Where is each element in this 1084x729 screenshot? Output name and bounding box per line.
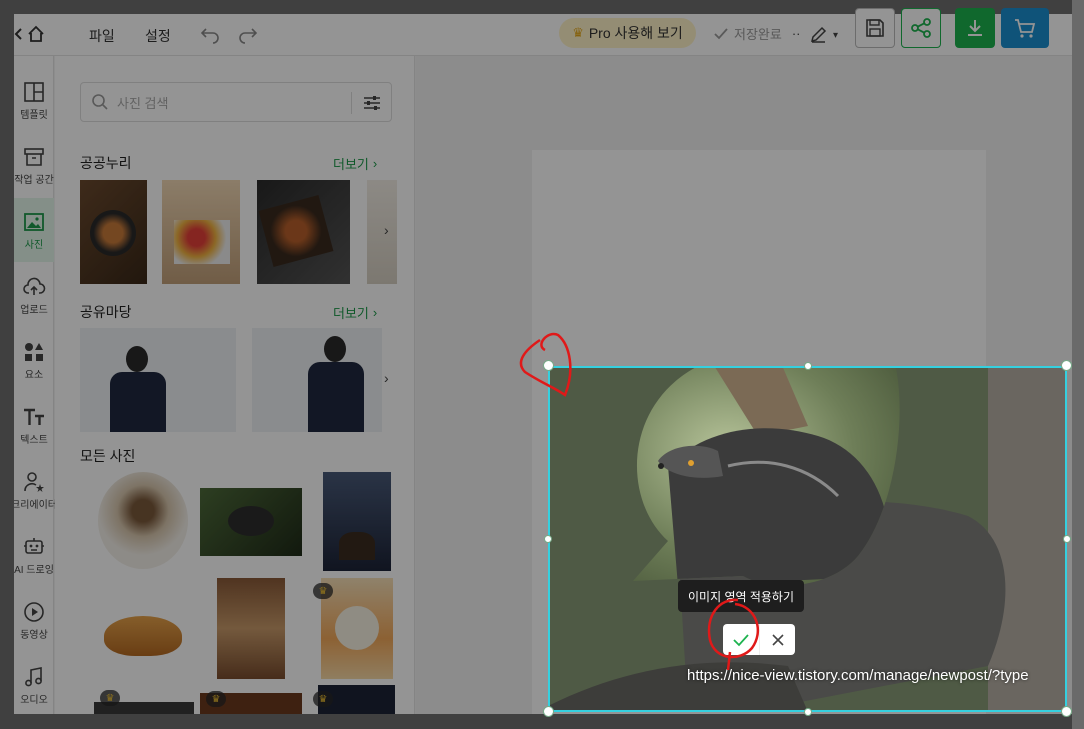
resize-handle-top-right[interactable] (1061, 360, 1072, 371)
resize-handle-bottom-right[interactable] (1061, 706, 1072, 717)
resize-handle-top[interactable] (804, 362, 812, 370)
crop-frame[interactable] (548, 366, 1067, 712)
resize-handle-right[interactable] (1063, 535, 1071, 543)
watermark-url: https://nice-view.tistory.com/manage/new… (687, 667, 1029, 684)
cancel-crop-button[interactable] (759, 624, 795, 655)
resize-handle-bottom[interactable] (804, 708, 812, 716)
resize-handle-left[interactable] (544, 535, 552, 543)
close-icon (771, 633, 784, 646)
resize-handle-top-left[interactable] (543, 360, 554, 371)
apply-crop-button[interactable] (723, 624, 759, 655)
resize-handle-bottom-left[interactable] (543, 706, 554, 717)
apply-crop-tooltip: 이미지 영역 적용하기 (678, 580, 804, 612)
window-edge (1072, 0, 1084, 729)
check-icon (733, 633, 749, 646)
